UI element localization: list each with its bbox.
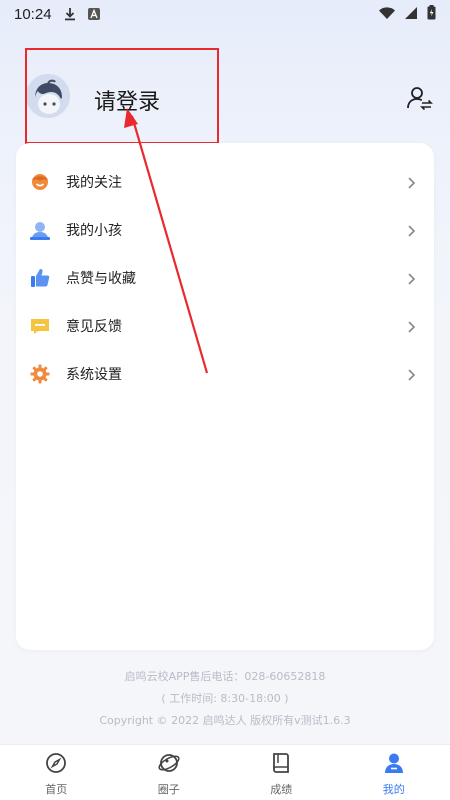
bottom-tab-bar: 首页 圈子 成绩 我的	[0, 744, 450, 800]
signal-icon	[405, 5, 417, 23]
menu-item-settings[interactable]: 系统设置	[16, 350, 434, 398]
follow-icon	[30, 172, 50, 192]
status-bar: 10:24	[0, 0, 450, 28]
a-notification-icon	[87, 8, 100, 20]
menu-item-label: 意见反馈	[66, 319, 122, 335]
menu-item-likes-favorites[interactable]: 点赞与收藏	[16, 254, 434, 302]
wifi-icon	[379, 5, 395, 23]
child-icon	[30, 220, 50, 240]
book-icon	[269, 751, 293, 775]
chevron-right-icon	[406, 319, 416, 333]
chevron-right-icon	[406, 367, 416, 381]
download-icon	[64, 7, 76, 21]
menu-item-label: 点赞与收藏	[66, 271, 136, 287]
gear-icon	[30, 364, 50, 384]
battery-icon	[427, 4, 436, 24]
tab-label: 成绩	[270, 783, 293, 796]
login-prompt[interactable]: 请登录	[94, 84, 160, 116]
thumbs-up-icon	[30, 268, 50, 288]
footer-info: 启鸣云校APP售后电话：028-60652818 ( 工作时间: 8:30-18…	[0, 666, 450, 732]
profile-header[interactable]: 请登录	[0, 72, 450, 132]
working-hours-text: ( 工作时间: 8:30-18:00 )	[161, 692, 289, 705]
menu-item-follow[interactable]: 我的关注	[16, 158, 434, 206]
menu-item-label: 我的小孩	[66, 223, 122, 239]
circle-icon	[157, 751, 181, 775]
compass-icon	[44, 751, 68, 775]
tab-label: 我的	[382, 783, 405, 796]
switch-user-icon[interactable]	[406, 84, 434, 112]
status-time: 10:24	[14, 5, 52, 23]
menu-card: 我的关注 我的小孩 点赞与收藏 意见反馈 系统设置	[16, 143, 434, 650]
avatar[interactable]	[26, 74, 70, 118]
tab-label: 圈子	[157, 783, 180, 796]
tab-circle[interactable]: 圈子	[113, 745, 226, 800]
tab-home[interactable]: 首页	[0, 745, 113, 800]
chevron-right-icon	[406, 223, 416, 237]
chevron-right-icon	[406, 271, 416, 285]
menu-item-my-child[interactable]: 我的小孩	[16, 206, 434, 254]
support-phone-text: 启鸣云校APP售后电话：028-60652818	[124, 670, 326, 683]
tab-mine[interactable]: 我的	[338, 745, 450, 800]
chevron-right-icon	[406, 175, 416, 189]
menu-item-label: 系统设置	[66, 367, 122, 383]
menu-item-label: 我的关注	[66, 175, 122, 191]
tab-grades[interactable]: 成绩	[225, 745, 338, 800]
tab-label: 首页	[45, 783, 68, 796]
feedback-icon	[30, 316, 50, 336]
profile-icon	[382, 751, 406, 775]
copyright-text: Copyright © 2022 启鸣达人 版权所有v测试1.6.3	[99, 714, 351, 727]
menu-item-feedback[interactable]: 意见反馈	[16, 302, 434, 350]
